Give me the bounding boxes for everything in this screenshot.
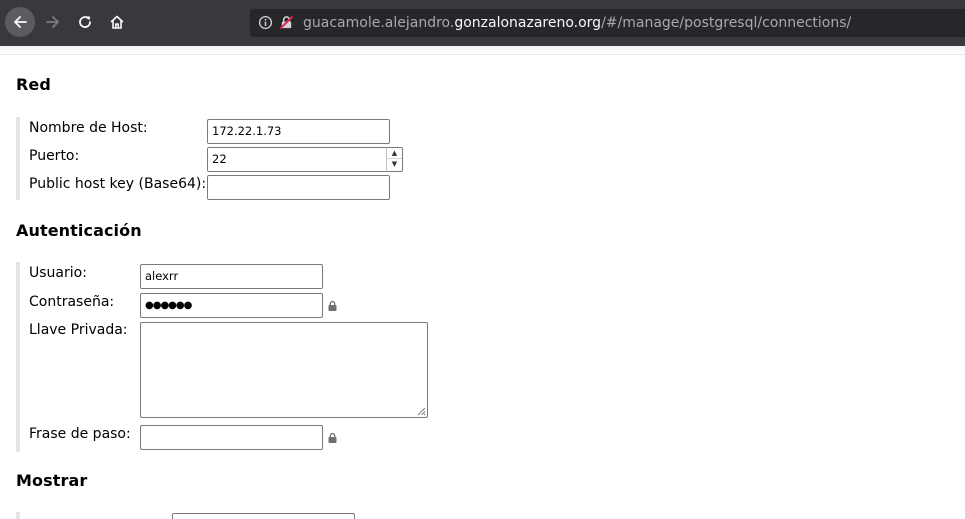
home-button[interactable]: [102, 7, 132, 37]
password-label: Contraseña:: [29, 294, 115, 310]
address-bar[interactable]: guacamole.alejandro.gonzalonazareno.org/…: [250, 9, 965, 37]
section-title-authentication: Autenticación: [16, 221, 142, 240]
passphrase-lock-icon: [328, 433, 337, 443]
port-field[interactable]: 22: [207, 147, 387, 172]
home-icon: [110, 15, 124, 29]
insecure-lock-icon[interactable]: [279, 15, 294, 30]
stepper-down-icon[interactable]: ▼: [387, 159, 402, 170]
username-label: Usuario:: [29, 265, 87, 281]
port-label: Puerto:: [29, 148, 80, 164]
resize-grip-icon[interactable]: [417, 407, 426, 416]
section-title-red: Red: [16, 75, 51, 94]
toolbar-divider: [0, 46, 965, 55]
info-icon[interactable]: [258, 15, 273, 30]
section-title-display: Mostrar: [16, 471, 88, 490]
forward-button[interactable]: [38, 7, 68, 37]
password-field[interactable]: ●●●●●●: [140, 293, 323, 318]
reload-button[interactable]: [70, 7, 100, 37]
url-text[interactable]: guacamole.alejandro.gonzalonazareno.org/…: [303, 14, 851, 32]
browser-toolbar: guacamole.alejandro.gonzalonazareno.org/…: [0, 0, 965, 46]
passphrase-field[interactable]: [140, 425, 323, 450]
section-display-group-bar: [16, 512, 20, 519]
back-arrow-icon: [14, 16, 27, 28]
url-domain: gonzalonazareno.org: [454, 15, 602, 31]
password-lock-icon: [328, 301, 337, 311]
section-auth-group-bar: [16, 262, 20, 452]
connection-editor: Red Nombre de Host: 172.22.1.73 Puerto: …: [0, 56, 965, 519]
reload-icon: [79, 16, 91, 28]
display-first-field[interactable]: [172, 513, 355, 519]
hostname-field[interactable]: 172.22.1.73: [207, 119, 390, 144]
passphrase-label: Frase de paso:: [29, 426, 131, 442]
stepper-up-icon[interactable]: ▲: [387, 148, 402, 159]
section-red-group-bar: [16, 117, 20, 200]
host-key-label: Public host key (Base64):: [29, 176, 207, 192]
host-key-field[interactable]: [207, 175, 390, 200]
back-button[interactable]: [5, 7, 35, 37]
url-path: /#/manage/postgresql/connections/: [601, 15, 852, 31]
port-stepper[interactable]: ▲ ▼: [386, 147, 403, 172]
hostname-label: Nombre de Host:: [29, 120, 148, 136]
url-prefix: guacamole.alejandro.: [303, 15, 455, 31]
private-key-textarea[interactable]: [140, 322, 428, 418]
private-key-label: Llave Privada:: [29, 322, 128, 338]
username-field[interactable]: alexrr: [140, 264, 323, 289]
forward-arrow-icon: [46, 16, 59, 28]
